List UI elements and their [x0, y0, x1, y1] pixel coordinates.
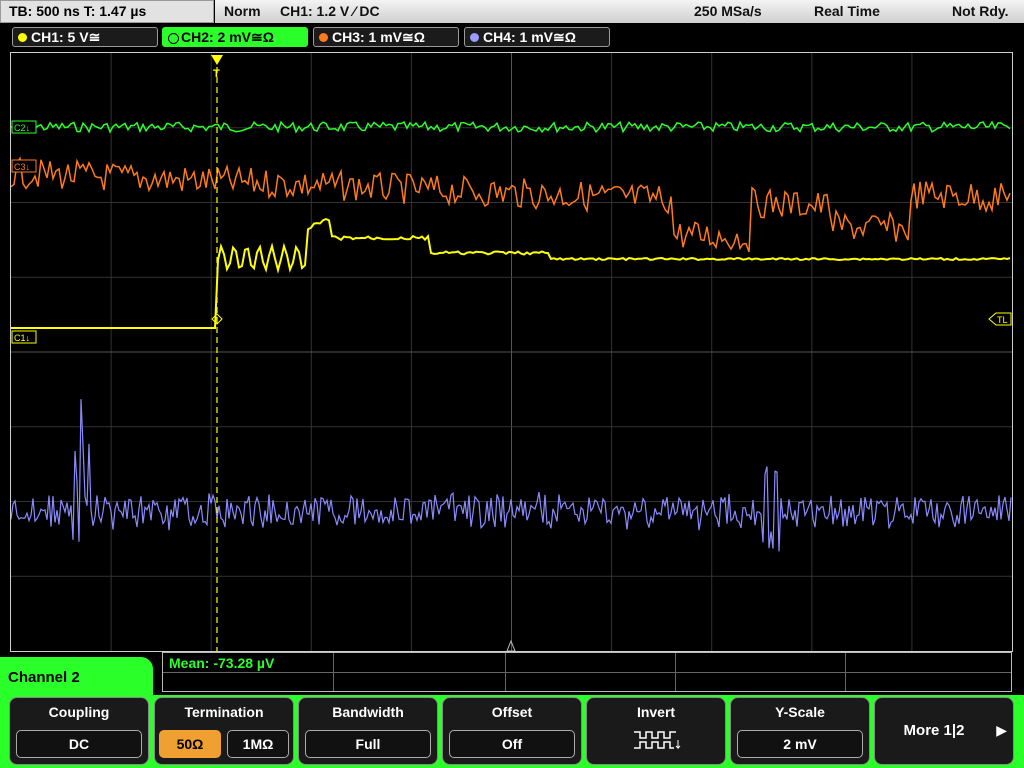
bandwidth-title: Bandwidth: [332, 704, 404, 720]
trigger-setting[interactable]: CH1: 1.2 V ⁄ DC: [280, 3, 380, 19]
ch3-color-dot: [319, 33, 328, 42]
termination-1mohm-option[interactable]: 1MΩ: [227, 730, 289, 758]
timebase-readout: TB: 500 ns T: 1.47 µs: [9, 3, 147, 19]
tab-ch2[interactable]: CH2: 2 mV≅Ω: [162, 27, 308, 47]
termination-title: Termination: [184, 704, 264, 720]
offset-title: Offset: [491, 704, 533, 720]
coupling-title: Coupling: [48, 704, 110, 720]
next-page-icon: ▶: [996, 722, 1007, 738]
measurement-row-divider: [163, 672, 1011, 673]
offset-value[interactable]: Off: [449, 730, 575, 758]
tab-ch4[interactable]: CH4: 1 mV≅Ω: [464, 27, 610, 47]
invert-waveform-icon: [634, 731, 681, 750]
tab-ch3-label: CH3: 1 mV≅Ω: [332, 29, 425, 45]
graticule: [11, 53, 1012, 651]
ch2-trace: [11, 120, 1011, 134]
trigger-level-marker[interactable]: TL: [988, 312, 1012, 326]
ready-status: Not Rdy.: [952, 3, 1009, 19]
measurement-panel: Mean: -73.28 µV: [162, 652, 1012, 692]
tab-ch3[interactable]: CH3: 1 mV≅Ω: [313, 27, 459, 47]
mean-measurement: Mean: -73.28 µV: [169, 655, 275, 671]
ch1-marker-label: C1↓: [14, 333, 30, 343]
trigger-marker[interactable]: T: [211, 55, 223, 80]
ch1-color-dot: [18, 33, 27, 42]
ch2-color-dot: [168, 33, 179, 44]
ch3-trace: [11, 156, 1011, 253]
tl-label: TL: [997, 315, 1008, 325]
acquisition-mode: Real Time: [814, 3, 880, 19]
ch3-marker-label: C3↓: [14, 162, 30, 172]
invert-title: Invert: [636, 704, 676, 720]
timebase-box[interactable]: TB: 500 ns T: 1.47 µs: [0, 0, 214, 23]
more-softkey[interactable]: More 1|2 ▶: [874, 697, 1014, 765]
bandwidth-value[interactable]: Full: [305, 730, 431, 758]
coupling-softkey[interactable]: Coupling DC: [9, 697, 149, 765]
tab-ch1[interactable]: CH1: 5 V≅: [12, 27, 158, 47]
sample-rate: 250 MSa/s: [694, 3, 762, 19]
termination-softkey[interactable]: Termination 50Ω 1MΩ: [154, 697, 294, 765]
tab-ch2-label: CH2: 2 mV≅Ω: [181, 29, 274, 45]
ch3-offset-marker[interactable]: C3↓: [11, 159, 37, 173]
more-label: More 1|2: [903, 722, 965, 739]
ch2-marker-label: C2↓: [14, 123, 30, 133]
termination-50ohm-option[interactable]: 50Ω: [159, 730, 221, 758]
tab-ch4-label: CH4: 1 mV≅Ω: [483, 29, 576, 45]
waveform-display[interactable]: T C2↓ C3↓ C1↓ TL: [10, 52, 1013, 652]
waveform-plot: T C2↓ C3↓ C1↓ TL: [11, 53, 1012, 651]
ch2-offset-marker[interactable]: C2↓: [11, 120, 37, 134]
invert-softkey[interactable]: Invert: [586, 697, 726, 765]
yscale-title: Y-Scale: [775, 704, 825, 720]
trigger-t-label: T: [213, 68, 220, 80]
coupling-value[interactable]: DC: [16, 730, 142, 758]
offset-softkey[interactable]: Offset Off: [442, 697, 582, 765]
yscale-softkey[interactable]: Y-Scale 2 mV: [730, 697, 870, 765]
channel-menu-title-text: Channel 2: [8, 669, 80, 686]
ch4-color-dot: [470, 33, 479, 42]
bandwidth-softkey[interactable]: Bandwidth Full: [298, 697, 438, 765]
ch1-trace: [11, 218, 1011, 329]
status-bar: TB: 500 ns T: 1.47 µs Norm CH1: 1.2 V ⁄ …: [0, 0, 1024, 24]
yscale-value[interactable]: 2 mV: [737, 730, 863, 758]
tab-ch1-label: CH1: 5 V≅: [31, 29, 101, 45]
trigger-mode[interactable]: Norm: [224, 3, 261, 19]
ch1-offset-marker[interactable]: C1↓: [11, 330, 37, 344]
